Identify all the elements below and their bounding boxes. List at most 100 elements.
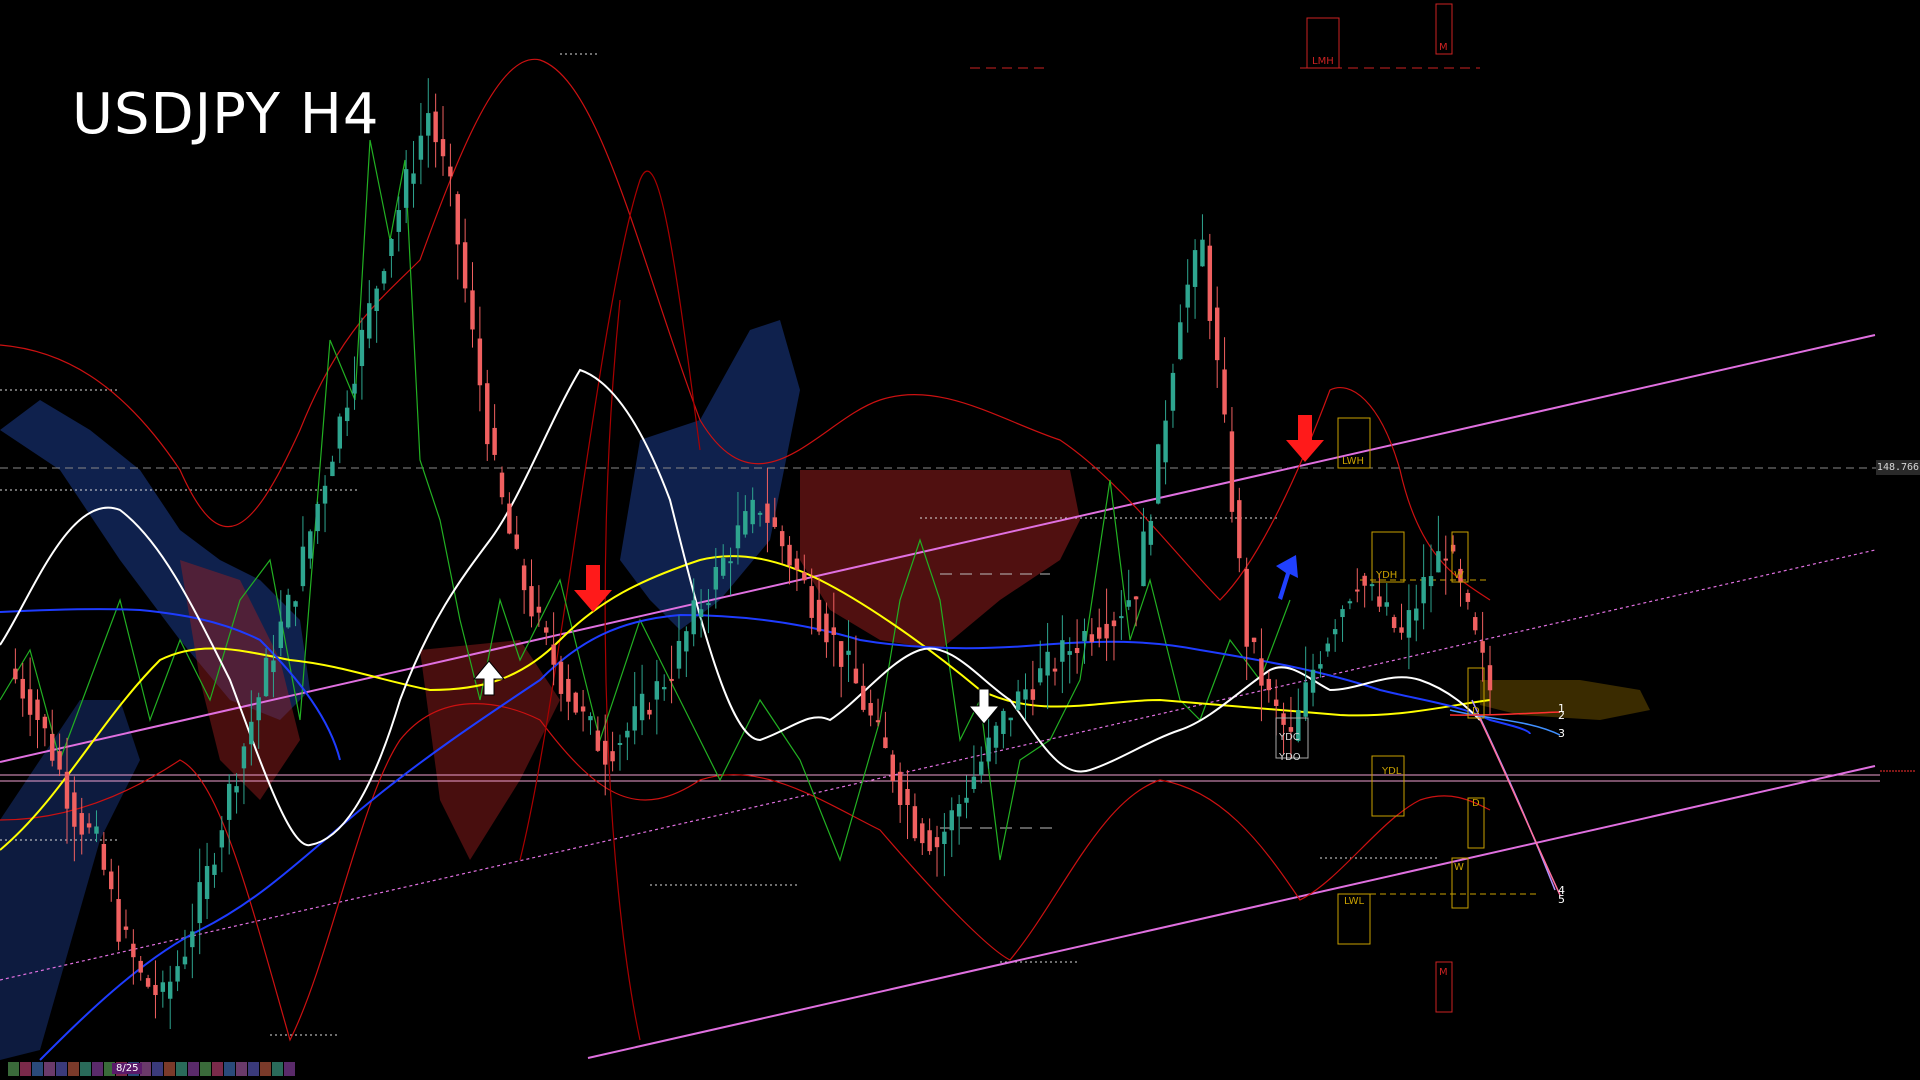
footer-cell xyxy=(56,1062,67,1076)
candle-body xyxy=(1008,717,1013,721)
candle-body xyxy=(610,751,615,762)
candle-body xyxy=(765,503,770,523)
footer-cell xyxy=(20,1062,31,1076)
candle-body xyxy=(779,531,785,547)
price-label: 148.766 xyxy=(1876,460,1920,475)
right-number-3: 3 xyxy=(1558,727,1565,740)
candle-body xyxy=(433,111,438,143)
candle-body xyxy=(79,813,84,835)
candle-body xyxy=(1355,589,1360,592)
candle-body xyxy=(942,831,947,844)
candle-body xyxy=(861,685,866,710)
candle-body xyxy=(13,668,18,680)
candle-body xyxy=(123,926,129,930)
candle-body xyxy=(27,689,33,715)
candle-body xyxy=(669,678,674,681)
candle-body xyxy=(824,613,829,643)
candle-body xyxy=(521,565,527,591)
candle-body xyxy=(138,960,143,973)
candle-body xyxy=(912,806,918,839)
candle-body xyxy=(116,899,121,942)
candle-body xyxy=(426,113,431,136)
candle-body xyxy=(1207,245,1213,321)
right-number-2: 2 xyxy=(1558,709,1565,722)
footer-cell xyxy=(8,1062,19,1076)
chart-canvas[interactable]: LMH M LWH YDH W YDC YDO YDL D D W LWL M … xyxy=(0,0,1920,1080)
candle-body xyxy=(964,797,969,803)
candle-body xyxy=(20,678,25,699)
footer-cell xyxy=(284,1062,295,1076)
footer-cell xyxy=(164,1062,175,1076)
candle-body xyxy=(868,703,873,716)
label-w-top: W xyxy=(1454,570,1464,581)
candle-body xyxy=(285,594,291,628)
label-d-top: D xyxy=(1472,706,1480,717)
candle-body xyxy=(1273,699,1279,706)
candle-body xyxy=(212,864,217,875)
candle-body xyxy=(1399,627,1404,633)
chart-title: USDJPY H4 xyxy=(72,82,380,147)
candle-body xyxy=(86,823,92,828)
candle-body xyxy=(1480,641,1485,653)
candle-body xyxy=(1347,601,1353,604)
candle-body xyxy=(278,621,284,648)
candle-body xyxy=(241,746,247,769)
candle-body xyxy=(1015,691,1021,710)
candle-body xyxy=(57,751,62,770)
candle-body xyxy=(890,754,895,781)
candle-body xyxy=(986,737,991,762)
candle-body xyxy=(691,600,696,635)
candle-body xyxy=(1067,651,1072,655)
candle-body xyxy=(1414,608,1419,621)
candle-body xyxy=(757,512,763,515)
candle-body xyxy=(1436,551,1441,573)
candle-body xyxy=(684,631,689,652)
candle-body xyxy=(787,544,792,566)
candle-body xyxy=(1060,640,1065,662)
footer-cell xyxy=(44,1062,55,1076)
candle-body xyxy=(875,720,881,723)
footer-cell xyxy=(188,1062,199,1076)
candle-body xyxy=(639,693,645,721)
candle-body xyxy=(1148,520,1154,545)
candle-body xyxy=(485,383,490,445)
candle-body xyxy=(499,472,505,498)
candle-body xyxy=(234,786,239,793)
footer-cell xyxy=(176,1062,187,1076)
candle-body xyxy=(64,771,70,809)
candle-body xyxy=(94,826,99,834)
candle-body xyxy=(381,271,387,284)
label-m-bottom: M xyxy=(1439,967,1448,978)
candle-body xyxy=(728,561,733,564)
candle-body xyxy=(131,943,136,958)
candle-body xyxy=(632,706,637,731)
candle-body xyxy=(993,725,999,748)
candle-body xyxy=(558,661,564,694)
candle-body xyxy=(1303,682,1308,717)
candle-body xyxy=(160,982,166,992)
candle-body xyxy=(293,601,298,607)
candle-body xyxy=(448,166,453,177)
candle-body xyxy=(1318,664,1323,669)
candle-body xyxy=(934,837,940,848)
footer-cell xyxy=(248,1062,259,1076)
candle-body xyxy=(1222,369,1227,415)
candle-body xyxy=(344,407,350,422)
candle-body xyxy=(167,981,173,999)
candle-body xyxy=(1214,307,1220,361)
candle-body xyxy=(145,978,151,987)
candle-body xyxy=(979,761,984,776)
label-ydo: YDO xyxy=(1278,752,1301,763)
candle-body xyxy=(514,534,519,549)
candle-body xyxy=(1126,600,1131,607)
candle-body xyxy=(647,709,652,715)
candle-body xyxy=(1104,623,1109,639)
candle-body xyxy=(1082,630,1087,642)
footer-cell xyxy=(272,1062,283,1076)
candle-body xyxy=(603,740,608,765)
candle-body xyxy=(905,788,910,805)
label-ydh: YDH xyxy=(1375,570,1397,581)
candle-body xyxy=(735,525,741,549)
footer-cell xyxy=(32,1062,43,1076)
candle-body xyxy=(654,681,660,700)
